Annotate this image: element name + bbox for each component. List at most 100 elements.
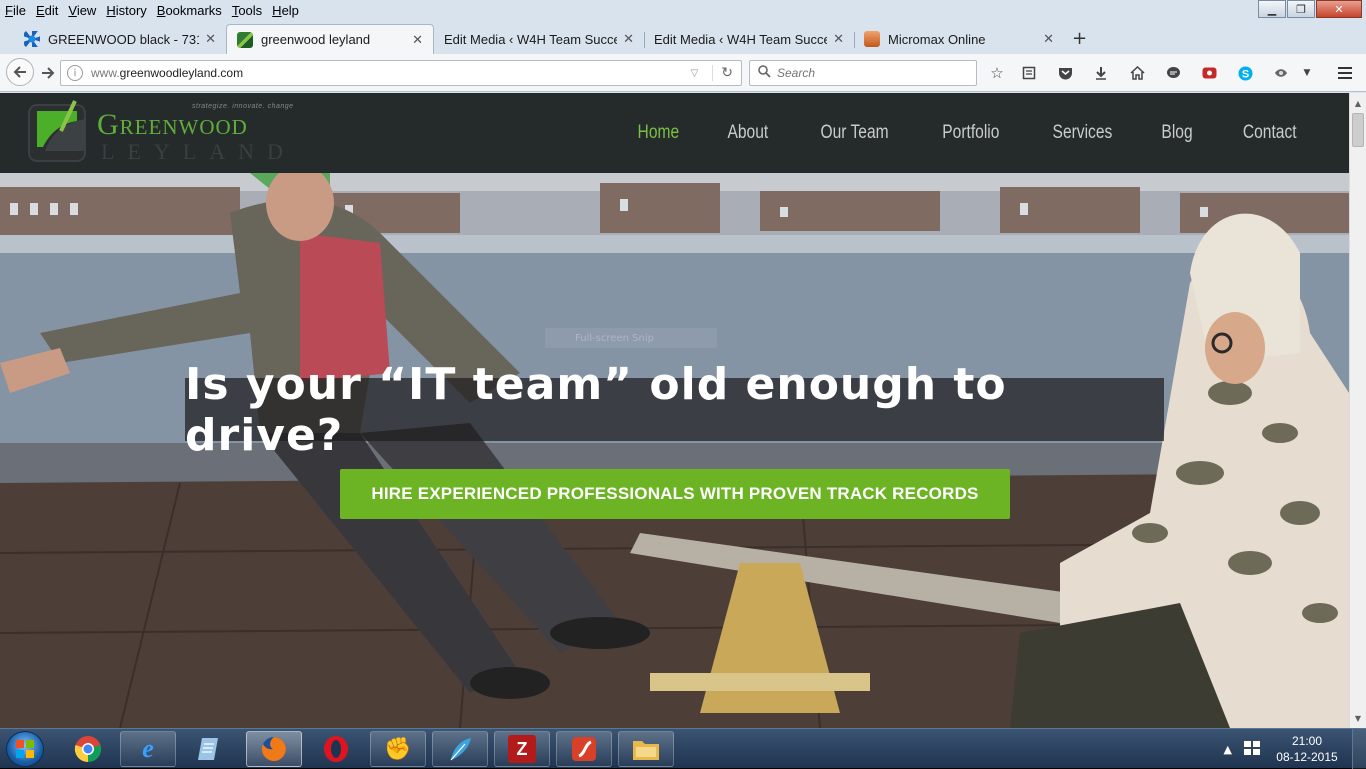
address-bar[interactable]: i www.greenwoodleyland.com ▽ ↻	[60, 60, 742, 86]
search-icon	[758, 65, 771, 81]
tab-close-icon[interactable]: ✕	[833, 31, 844, 47]
taskbar-chrome-button[interactable]	[60, 731, 116, 767]
firefox-icon	[261, 737, 286, 761]
new-tab-icon[interactable]: +	[1072, 28, 1087, 49]
tray-expand-icon[interactable]: ▲	[1224, 743, 1232, 756]
back-button[interactable]	[6, 58, 34, 86]
system-clock[interactable]: 21:00 08-12-2015	[1272, 733, 1342, 765]
window-controls: ▁ ❐ ✕	[1257, 0, 1362, 18]
internet-explorer-icon: e	[142, 734, 154, 763]
hero-title: Is your “IT team” old enough to drive?	[185, 359, 1164, 461]
system-tray: ▲ 21:00 08-12-2015	[1224, 729, 1366, 769]
nav-contact[interactable]: Contact	[1242, 122, 1296, 144]
tab-micromax[interactable]: Micromax Online ✕	[854, 24, 1064, 54]
menu-help[interactable]: Help	[267, 3, 304, 18]
menu-history[interactable]: History	[101, 3, 151, 18]
page-scrollbar[interactable]: ▲ ▼	[1349, 93, 1366, 728]
globe-icon: i	[67, 65, 83, 81]
tab-title: Micromax Online	[888, 31, 986, 47]
taskbar-filezilla-button[interactable]: Z	[494, 731, 550, 767]
nav-about[interactable]: About	[728, 122, 769, 144]
blue-burst-icon	[24, 31, 40, 47]
skype-icon[interactable]: S	[1234, 62, 1256, 84]
taskbar-notepad-button[interactable]	[182, 731, 238, 767]
filezilla-icon: Z	[508, 735, 536, 763]
svg-text:S: S	[1241, 68, 1248, 80]
bookmark-star-icon[interactable]: ☆	[986, 62, 1008, 84]
network-icon[interactable]	[1244, 740, 1260, 758]
menu-edit[interactable]: Edit	[31, 3, 63, 18]
bookmarks-list-icon[interactable]	[1018, 62, 1040, 84]
nav-blog[interactable]: Blog	[1162, 122, 1193, 144]
forward-button[interactable]	[36, 62, 60, 84]
site-nav: Home About Our Team Portfolio Services B…	[593, 93, 1303, 173]
pocket-icon[interactable]	[1054, 62, 1076, 84]
taskbar-flash-button[interactable]	[556, 731, 612, 767]
tab-strip: GREENWOOD black - 7311... ✕ greenwood le…	[0, 22, 1366, 54]
media-player-icon: ✊	[384, 736, 412, 762]
puzzle-addon-icon[interactable]	[1270, 62, 1292, 84]
menu-bar: File Edit View History Bookmarks Tools H…	[0, 0, 1366, 20]
file-explorer-icon	[633, 741, 659, 760]
clock-date: 08-12-2015	[1276, 750, 1338, 764]
scroll-down-arrow-icon[interactable]: ▼	[1350, 710, 1366, 726]
chevron-down-icon[interactable]: ▼	[1296, 62, 1318, 84]
reload-icon[interactable]: ↻	[712, 65, 733, 81]
nav-services[interactable]: Services	[1052, 122, 1112, 144]
hire-professionals-button[interactable]: HIRE EXPERIENCED PROFESSIONALS WITH PROV…	[340, 469, 1010, 519]
taskbar-firefox-button[interactable]	[246, 731, 302, 767]
tab-title: GREENWOOD black - 7311...	[48, 31, 199, 47]
site-header: strategize. innovate. change Greenwood L…	[0, 93, 1349, 173]
home-icon[interactable]	[1126, 62, 1148, 84]
chat-icon[interactable]	[1162, 62, 1184, 84]
tab-greenwood-leyland[interactable]: greenwood leyland ✕	[226, 24, 434, 54]
nav-our-team[interactable]: Our Team	[820, 122, 888, 144]
taskbar-explorer-button[interactable]	[618, 731, 674, 767]
start-button[interactable]	[6, 731, 44, 767]
tab-close-icon[interactable]: ✕	[1043, 31, 1054, 47]
scroll-thumb[interactable]	[1352, 113, 1364, 147]
taskbar-media-button[interactable]: ✊	[370, 731, 426, 767]
micromax-favicon	[864, 31, 880, 47]
taskbar-feather-button[interactable]	[432, 731, 488, 767]
video-addon-icon[interactable]	[1198, 62, 1220, 84]
menu-view[interactable]: View	[63, 3, 101, 18]
chrome-icon	[74, 736, 102, 763]
tab-edit-media-2[interactable]: Edit Media ‹ W4H Team Succes... ✕	[644, 24, 854, 54]
show-desktop-button[interactable]	[1352, 729, 1366, 769]
scroll-up-arrow-icon[interactable]: ▲	[1350, 95, 1366, 111]
tab-close-icon[interactable]: ✕	[623, 31, 634, 47]
site-logo[interactable]: strategize. innovate. change Greenwood L…	[27, 99, 307, 165]
browser-chrome: File Edit View History Bookmarks Tools H…	[0, 0, 1366, 93]
restore-button[interactable]: ❐	[1287, 0, 1315, 18]
search-box[interactable]	[749, 60, 977, 86]
minimize-button[interactable]: ▁	[1258, 0, 1286, 18]
taskbar-ie-button[interactable]: e	[120, 731, 176, 767]
windows-taskbar: e ✊ Z ▲ 21:00 08-12-2015	[0, 728, 1366, 769]
close-window-button[interactable]: ✕	[1316, 0, 1362, 18]
tab-edit-media-1[interactable]: Edit Media ‹ W4H Team Succes... ✕	[434, 24, 644, 54]
tab-close-icon[interactable]: ✕	[412, 32, 423, 48]
hamburger-menu-icon[interactable]	[1334, 62, 1356, 84]
nav-home[interactable]: Home	[637, 122, 679, 144]
tab-title: Edit Media ‹ W4H Team Succes...	[654, 31, 827, 47]
download-icon[interactable]	[1090, 62, 1112, 84]
tab-greenwood-black[interactable]: GREENWOOD black - 7311... ✕	[14, 24, 226, 54]
nav-portfolio[interactable]: Portfolio	[942, 122, 999, 144]
menu-tools[interactable]: Tools	[227, 3, 267, 18]
tab-title: Edit Media ‹ W4H Team Succes...	[444, 31, 617, 47]
tab-close-icon[interactable]: ✕	[205, 31, 216, 47]
url-text[interactable]: www.greenwoodleyland.com	[91, 66, 691, 80]
hero-section: Full-screen Snip Is your “IT team” old e…	[0, 173, 1349, 728]
menu-bookmarks[interactable]: Bookmarks	[152, 3, 227, 18]
menu-file[interactable]: File	[0, 3, 31, 18]
back-arrow-icon	[13, 66, 26, 78]
taskbar-opera-button[interactable]	[308, 731, 364, 767]
navigation-toolbar: i www.greenwoodleyland.com ▽ ↻ ☆	[0, 54, 1366, 92]
history-dropdown-icon[interactable]: ▽	[691, 68, 699, 79]
snip-overlay-hint: Full-screen Snip	[545, 328, 717, 348]
logo-subtitle: LEYLAND	[101, 139, 296, 164]
url-domain: greenwoodleyland.com	[119, 66, 244, 80]
notepad-icon	[198, 738, 218, 760]
search-input[interactable]	[777, 66, 967, 80]
